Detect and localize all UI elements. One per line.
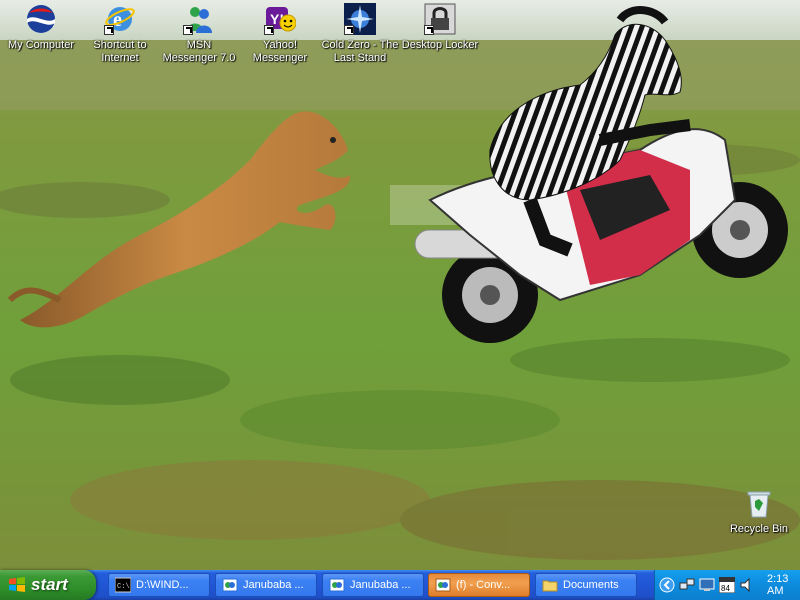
task-button-janubaba-1[interactable]: Janubaba ... xyxy=(215,573,317,597)
task-button-documents[interactable]: Documents xyxy=(535,573,637,597)
system-tray[interactable]: 84 2:13 AM xyxy=(654,570,800,600)
start-button[interactable]: start xyxy=(0,570,96,600)
internet-explorer-icon: e xyxy=(104,3,136,35)
task-button-conversation[interactable]: (f) - Conv... xyxy=(428,573,530,597)
desktop[interactable]: HONDA My Computer e Shortcut to Internet xyxy=(0,0,800,570)
task-label: Janubaba ... xyxy=(350,579,411,591)
desktop-icon-label: MSN Messenger 7.0 xyxy=(162,39,236,64)
lock-icon xyxy=(424,3,456,35)
display-icon[interactable] xyxy=(699,577,715,593)
calendar-day: 84 xyxy=(721,584,730,593)
task-button-janubaba-2[interactable]: Janubaba ... xyxy=(322,573,424,597)
desktop-icon-label: My Computer xyxy=(7,39,75,51)
desktop-icon-cold-zero[interactable]: Cold Zero - The Last Stand xyxy=(321,3,399,65)
yahoo-messenger-icon: Y! xyxy=(264,3,297,35)
msn-messenger-icon xyxy=(183,3,215,35)
desktop-icon-label: Recycle Bin xyxy=(729,523,789,535)
taskbar[interactable]: start C:\ D:\WIND... Janubaba ... Januba… xyxy=(0,570,800,600)
cold-zero-icon xyxy=(344,3,376,35)
clock[interactable]: 2:13 AM xyxy=(767,573,800,597)
desktop-icon-recycle-bin[interactable]: Recycle Bin xyxy=(720,487,798,536)
recycle-bin-icon xyxy=(743,487,775,519)
calendar-icon[interactable]: 84 xyxy=(718,576,736,594)
task-label: Documents xyxy=(563,579,619,591)
my-computer-icon xyxy=(25,3,57,35)
conversation-icon xyxy=(435,577,451,593)
speaker-icon[interactable] xyxy=(739,577,755,593)
desktop-icon-msn-messenger[interactable]: MSN Messenger 7.0 xyxy=(160,3,238,65)
wallpaper: HONDA xyxy=(0,0,800,570)
network-icon[interactable] xyxy=(679,577,695,593)
desktop-icon-label: Yahoo! Messenger xyxy=(252,39,308,64)
task-label: (f) - Conv... xyxy=(456,579,511,591)
desktop-icon-my-computer[interactable]: My Computer xyxy=(2,3,80,52)
desktop-icon-label: Desktop Locker xyxy=(401,39,479,51)
desktop-icon-label: Shortcut to Internet xyxy=(93,39,147,64)
desktop-icon-yahoo-messenger[interactable]: Y! Yahoo! Messenger xyxy=(241,3,319,65)
desktop-icon-label: Cold Zero - The Last Stand xyxy=(321,39,399,64)
desktop-icon-internet[interactable]: e Shortcut to Internet xyxy=(81,3,159,65)
chevron-left-icon[interactable] xyxy=(659,577,675,593)
svg-text:C:\: C:\ xyxy=(117,583,130,591)
folder-icon xyxy=(542,577,558,593)
messenger-window-icon xyxy=(222,577,238,593)
task-button-command-prompt[interactable]: C:\ D:\WIND... xyxy=(108,573,210,597)
command-prompt-icon: C:\ xyxy=(114,577,132,593)
task-label: Janubaba ... xyxy=(243,579,304,591)
messenger-window-icon xyxy=(329,577,345,593)
task-label: D:\WIND... xyxy=(136,579,189,591)
windows-logo-icon xyxy=(8,576,26,594)
desktop-icon-desktop-locker[interactable]: Desktop Locker xyxy=(401,3,479,52)
start-label: start xyxy=(31,575,68,594)
